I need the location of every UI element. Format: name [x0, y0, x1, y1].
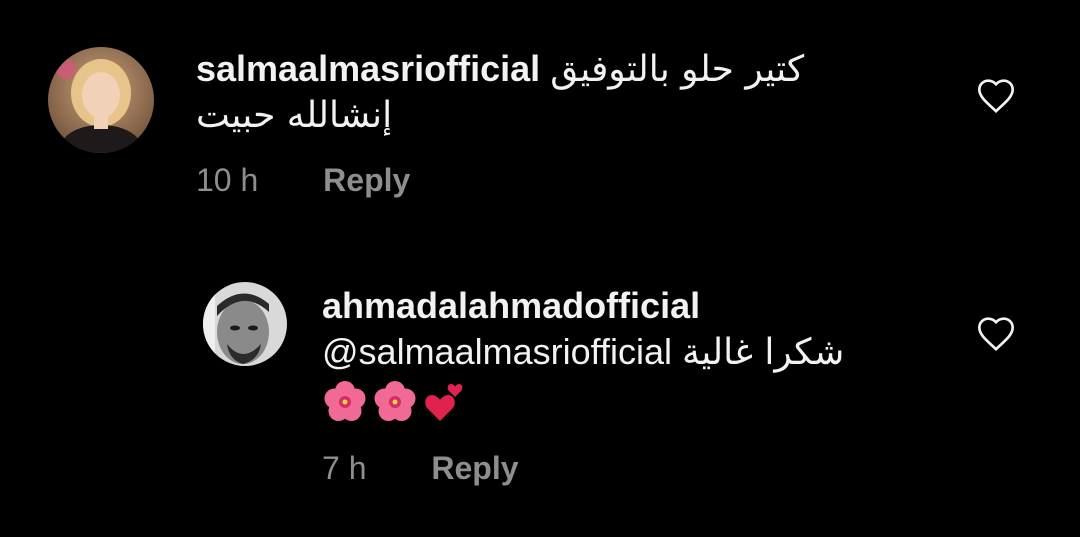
heart-outline-icon[interactable]	[976, 77, 1016, 117]
mention-link[interactable]: @salmaalmasriofficial	[322, 331, 672, 372]
two-hearts-icon	[425, 384, 463, 421]
comment-text: كتير حلو بالتوفيق	[550, 49, 805, 90]
comment-1-text: salmaalmasriofficial كتير حلو بالتوفيق إ…	[196, 46, 804, 139]
comment-username[interactable]: ahmadalahmadofficial	[322, 285, 700, 326]
comment-2-meta: 7 h Reply	[322, 450, 519, 487]
comment-2-text: ahmadalahmadofficial @salmaalmasrioffici…	[322, 283, 844, 428]
hibiscus-icon	[324, 381, 366, 421]
comment-text-line2: إنشالله حبيت	[196, 95, 393, 136]
emoji-row	[322, 376, 844, 428]
hibiscus-icon	[374, 381, 416, 421]
profile-photo-woman-icon	[48, 47, 154, 153]
comment-time: 10 h	[196, 162, 259, 198]
reply-button[interactable]: Reply	[323, 162, 410, 198]
profile-photo-man-icon	[203, 282, 287, 366]
comment-text: شكرا غالية	[682, 332, 845, 373]
comment-time: 7 h	[322, 450, 367, 486]
reply-button[interactable]: Reply	[431, 450, 518, 486]
avatar-ahmadalahmadofficial[interactable]	[203, 282, 287, 366]
heart-outline-icon[interactable]	[976, 315, 1016, 355]
avatar-salmaalmasriofficial[interactable]	[48, 47, 154, 153]
comment-1-meta: 10 h Reply	[196, 162, 410, 199]
comment-username[interactable]: salmaalmasriofficial	[196, 48, 540, 89]
